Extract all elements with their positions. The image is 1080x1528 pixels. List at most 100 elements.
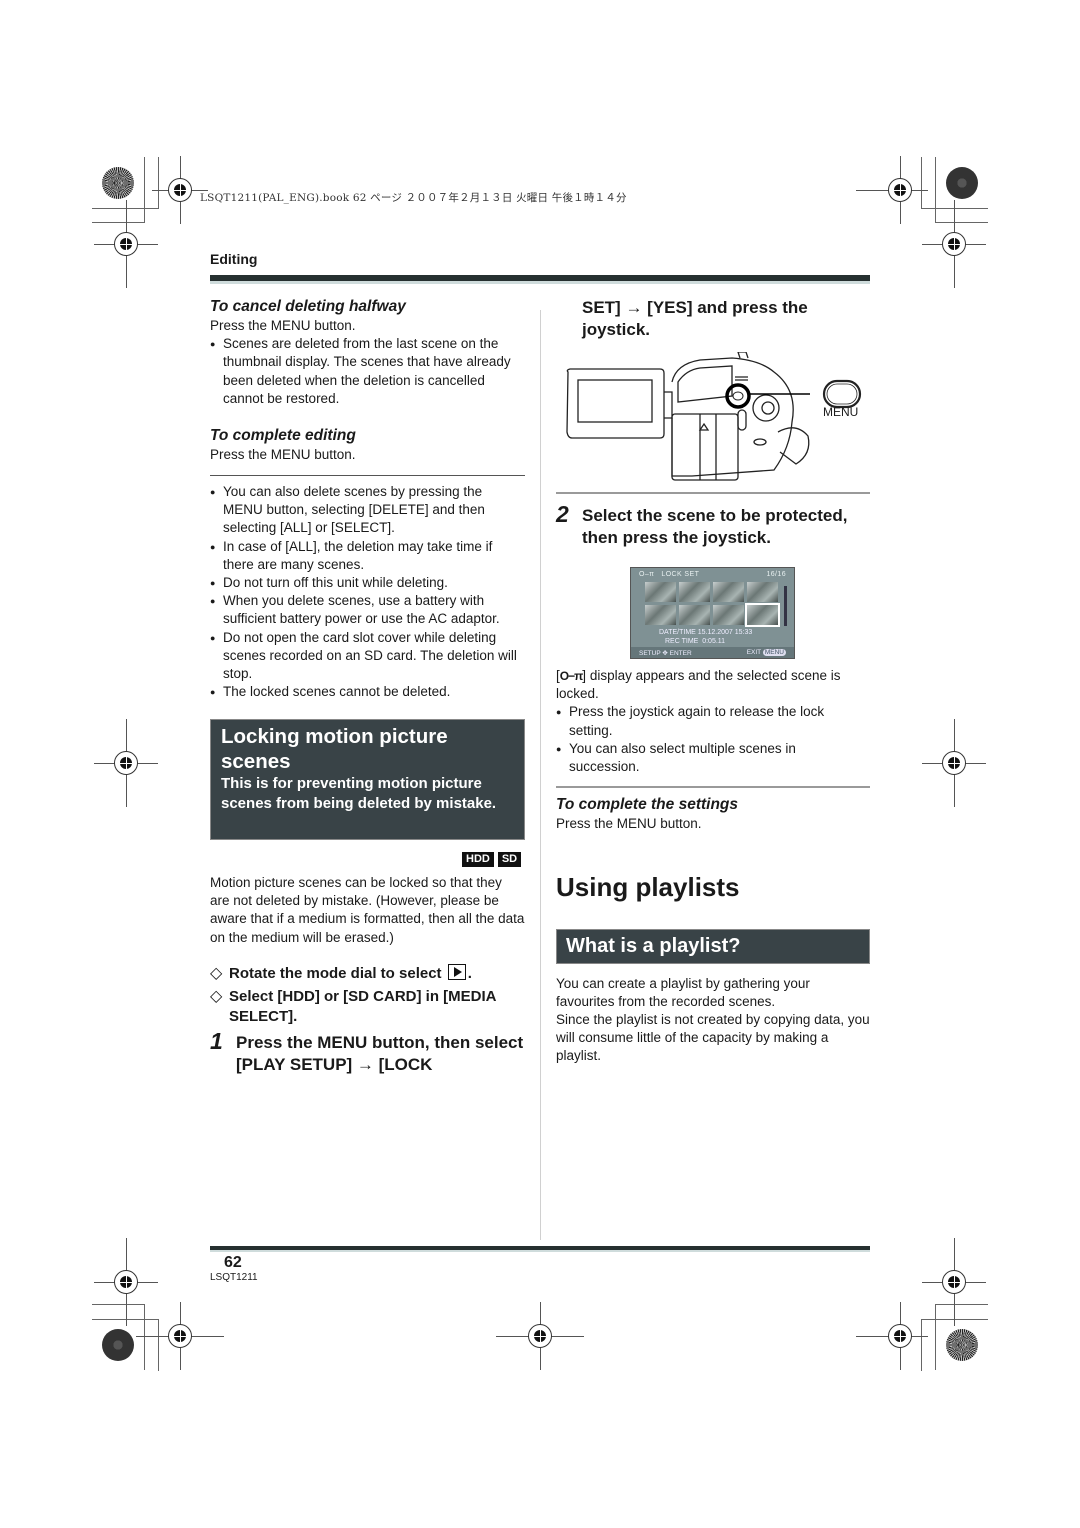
crop-mark-line bbox=[158, 157, 159, 209]
media-badges: HDD SD bbox=[462, 852, 522, 867]
color-target-icon bbox=[946, 1329, 978, 1361]
notes-list: You can also delete scenes by pressing t… bbox=[210, 483, 525, 702]
document-code: LSQT1211 bbox=[210, 1272, 258, 1283]
playlist-text-1: You can create a playlist by gathering y… bbox=[556, 976, 810, 1010]
lcd-title: LOCK SET bbox=[661, 571, 700, 578]
lock-section-header: Locking motion picture scenes This is fo… bbox=[210, 719, 525, 840]
complete-settings-text: Press the MENU button. bbox=[556, 816, 702, 831]
crop-mark-line bbox=[144, 157, 145, 223]
crop-mark-line bbox=[92, 208, 158, 209]
pre-step: ◇ Select [HDD] or [SD CARD] in [MEDIA SE… bbox=[210, 987, 525, 1027]
note-item: You can also delete scenes by pressing t… bbox=[210, 483, 525, 538]
step-1: 1 Press the MENU button, then select [PL… bbox=[210, 1028, 525, 1076]
step-number: 2 bbox=[556, 501, 569, 527]
crop-mark-line bbox=[936, 1304, 988, 1305]
complete-editing-text: Press the MENU button. bbox=[210, 447, 356, 462]
thumbnail-grid bbox=[645, 582, 781, 627]
key-icon: O−π bbox=[559, 669, 584, 683]
pre-step: ◇ Rotate the mode dial to select . bbox=[210, 964, 525, 984]
step-number: 1 bbox=[210, 1028, 223, 1054]
scene-thumbnail[interactable] bbox=[713, 605, 744, 625]
pre-step-suffix: . bbox=[467, 965, 472, 982]
exit-label: EXIT bbox=[746, 649, 762, 656]
pre-step-text: Select [HDD] or [SD CARD] in [MEDIA SELE… bbox=[229, 988, 496, 1025]
lcd-scrollbar bbox=[784, 586, 787, 626]
step-2: 2 Select the scene to be protected, then… bbox=[556, 501, 870, 549]
top-rule-shadow bbox=[210, 281, 870, 284]
divider bbox=[556, 492, 870, 494]
lcd-counter: 16/16 bbox=[766, 571, 786, 578]
complete-settings-heading: To complete the settings bbox=[556, 796, 739, 813]
cancel-text: Press the MENU button. bbox=[210, 318, 356, 333]
scene-thumbnail-selected[interactable] bbox=[745, 603, 780, 627]
sd-badge: SD bbox=[497, 852, 522, 867]
diamond-icon: ◇ bbox=[210, 965, 223, 982]
color-target-icon bbox=[102, 1329, 134, 1361]
crop-mark-line bbox=[158, 1319, 159, 1371]
lock-section-title: Locking motion picture scenes bbox=[221, 725, 448, 773]
pre-steps: ◇ Rotate the mode dial to select . ◇ Sel… bbox=[210, 964, 525, 1027]
lock-bullet: You can also select multiple scenes in s… bbox=[556, 740, 870, 776]
playlist-text-2: Since the playlist is not created by cop… bbox=[556, 1012, 870, 1064]
crop-mark-line bbox=[935, 157, 936, 223]
scene-thumbnail[interactable] bbox=[713, 582, 744, 602]
step-text: Select the scene to be protected, then p… bbox=[582, 506, 848, 547]
note-item: Do not open the card slot cover while de… bbox=[210, 629, 525, 684]
note-item: Do not turn off this unit while deleting… bbox=[210, 574, 525, 592]
scene-thumbnail[interactable] bbox=[679, 582, 710, 602]
column-divider bbox=[540, 310, 541, 1240]
divider bbox=[210, 475, 525, 476]
crop-mark-line bbox=[922, 1319, 988, 1320]
lock-bullet: Press the joystick again to release the … bbox=[556, 703, 870, 739]
section-label: Editing bbox=[210, 251, 258, 267]
lock-result-section: [O−π] display appears and the selected s… bbox=[556, 667, 870, 776]
date-label: DATE/TIME bbox=[659, 629, 696, 636]
lock-result-description: display appears and the selected scene i… bbox=[556, 668, 841, 702]
note-item: In case of [ALL], the deletion may take … bbox=[210, 538, 525, 574]
complete-editing-heading: To complete editing bbox=[210, 427, 356, 444]
rec-value: 0:05.11 bbox=[702, 638, 726, 645]
cancel-section: To cancel deleting halfway Press the MEN… bbox=[210, 297, 525, 408]
scene-thumbnail[interactable] bbox=[645, 605, 676, 625]
step-1-continued: SET] → [YES] and press the joystick. bbox=[556, 297, 870, 341]
lock-set-screen: O‒π LOCK SET 16/16 DATE/TIME 15.12.2007 … bbox=[630, 567, 795, 659]
color-target-icon bbox=[102, 167, 134, 199]
crop-mark-line bbox=[936, 222, 988, 223]
playlist-section-header: What is a playlist? bbox=[556, 929, 870, 964]
complete-settings-section: To complete the settings Press the MENU … bbox=[556, 795, 870, 833]
crop-mark-line bbox=[935, 1304, 936, 1370]
lcd-info: DATE/TIME 15.12.2007 15:33 REC TIME 0:05… bbox=[659, 628, 752, 646]
step-text: Press the MENU button, then select [PLAY… bbox=[236, 1033, 524, 1074]
lock-result-text: [O−π] display appears and the selected s… bbox=[556, 668, 841, 702]
scene-thumbnail[interactable] bbox=[747, 582, 778, 602]
scene-thumbnail[interactable] bbox=[679, 605, 710, 625]
note-item: The locked scenes cannot be deleted. bbox=[210, 683, 525, 701]
playlists-title: Using playlists bbox=[556, 872, 740, 902]
rec-label: REC TIME bbox=[665, 638, 699, 645]
cancel-bullet: Scenes are deleted from the last scene o… bbox=[210, 335, 525, 408]
hdd-badge: HDD bbox=[462, 852, 494, 867]
complete-editing-section: To complete editing Press the MENU butto… bbox=[210, 426, 525, 464]
step-1-cont-text: SET] → [YES] and press the joystick. bbox=[582, 298, 808, 339]
scene-thumbnail[interactable] bbox=[645, 582, 676, 602]
crop-mark-line bbox=[92, 1304, 144, 1305]
lock-intro: Motion picture scenes can be locked so t… bbox=[210, 875, 525, 945]
diamond-icon: ◇ bbox=[210, 988, 223, 1005]
crop-mark-line bbox=[92, 1319, 158, 1320]
enter-label: ENTER bbox=[669, 650, 692, 657]
lock-section-subtitle: This is for preventing motion picture sc… bbox=[221, 775, 497, 812]
setup-label: SETUP bbox=[639, 650, 661, 657]
crop-mark-line bbox=[921, 1319, 922, 1371]
pre-step-text: Rotate the mode dial to select bbox=[229, 965, 442, 982]
bottom-rule-shadow bbox=[210, 1250, 870, 1252]
crop-mark-line bbox=[144, 1304, 145, 1370]
menu-pill: MENU bbox=[762, 649, 786, 656]
print-header: LSQT1211(PAL_ENG).book 62 ページ ２００７年２月１３日… bbox=[200, 192, 627, 204]
crop-mark-line bbox=[921, 157, 922, 209]
note-item: When you delete scenes, use a battery wi… bbox=[210, 592, 525, 628]
menu-button-label: MENU bbox=[823, 405, 859, 419]
lock-icon: O‒π bbox=[639, 571, 655, 578]
color-target-icon bbox=[946, 167, 978, 199]
crop-mark-line bbox=[922, 208, 988, 209]
divider bbox=[556, 786, 870, 788]
